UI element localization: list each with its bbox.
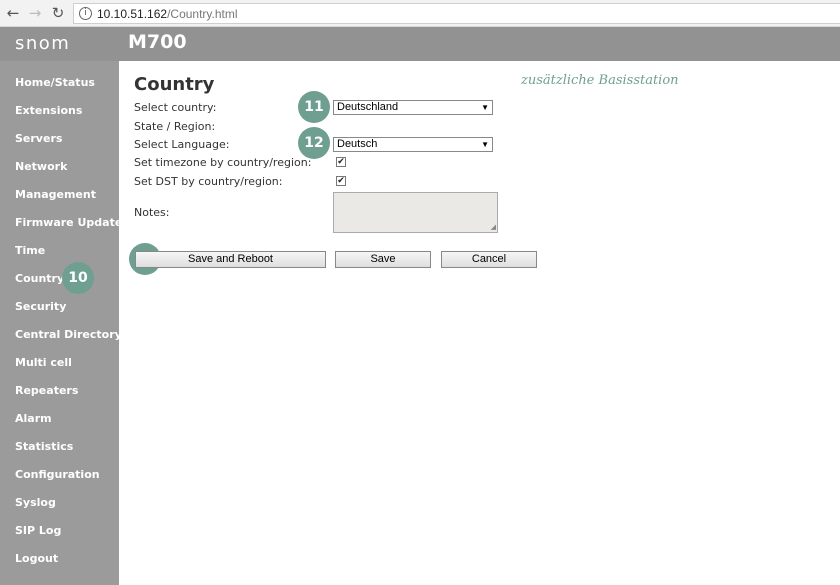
- resize-grip-icon[interactable]: ◢: [491, 224, 496, 231]
- sidebar-item-time[interactable]: Time: [15, 244, 45, 257]
- info-icon[interactable]: i: [79, 7, 92, 20]
- sidebar-item-home-status[interactable]: Home/Status: [15, 76, 95, 89]
- sidebar-item-security[interactable]: Security: [15, 300, 66, 313]
- sidebar-item-repeaters[interactable]: Repeaters: [15, 384, 78, 397]
- dropdown-arrow-icon: ▼: [481, 103, 489, 112]
- sidebar-item-extensions[interactable]: Extensions: [15, 104, 82, 117]
- select-language-label: Select Language:: [134, 138, 230, 151]
- sidebar-item-firmware-update[interactable]: Firmware Update: [15, 216, 122, 229]
- browser-toolbar: ← → ↻ i 10.10.51.162/Country.html: [0, 0, 840, 27]
- state-region-label: State / Region:: [134, 120, 216, 133]
- app-header: snom M700: [0, 27, 840, 61]
- notes-label: Notes:: [134, 206, 170, 219]
- sidebar-item-sip-log[interactable]: SIP Log: [15, 524, 61, 537]
- sidebar-item-syslog[interactable]: Syslog: [15, 496, 56, 509]
- sidebar-item-multi-cell[interactable]: Multi cell: [15, 356, 72, 369]
- dst-label: Set DST by country/region:: [134, 175, 283, 188]
- notes-textarea[interactable]: ◢: [333, 192, 498, 233]
- forward-arrow-icon[interactable]: →: [26, 4, 44, 22]
- dropdown-arrow-icon: ▼: [481, 140, 489, 149]
- language-select-value: Deutsch: [337, 138, 378, 150]
- page-title: Country: [134, 74, 215, 95]
- url-text: 10.10.51.162/Country.html: [97, 7, 238, 21]
- address-bar[interactable]: i 10.10.51.162/Country.html: [73, 3, 840, 24]
- sidebar-item-country[interactable]: Country: [15, 272, 64, 285]
- callout-badge-12: 12: [298, 127, 330, 159]
- sidebar-item-servers[interactable]: Servers: [15, 132, 62, 145]
- model-name: M700: [128, 31, 187, 53]
- url-path: /Country.html: [167, 7, 238, 21]
- reload-icon[interactable]: ↻: [49, 4, 67, 22]
- sidebar-item-alarm[interactable]: Alarm: [15, 412, 52, 425]
- sidebar-item-configuration[interactable]: Configuration: [15, 468, 100, 481]
- snom-logo: snom: [15, 33, 71, 54]
- dst-checkbox[interactable]: ✔: [336, 176, 346, 186]
- timezone-label: Set timezone by country/region:: [134, 156, 312, 169]
- country-select[interactable]: Deutschland ▼: [333, 100, 493, 115]
- sidebar-item-management[interactable]: Management: [15, 188, 96, 201]
- sidebar-item-logout[interactable]: Logout: [15, 552, 58, 565]
- language-select[interactable]: Deutsch ▼: [333, 137, 493, 152]
- back-arrow-icon[interactable]: ←: [4, 4, 22, 22]
- callout-badge-11: 11: [298, 91, 330, 123]
- save-and-reboot-button[interactable]: Save and Reboot: [135, 251, 326, 268]
- sidebar-item-statistics[interactable]: Statistics: [15, 440, 73, 453]
- country-select-value: Deutschland: [337, 101, 399, 113]
- base-station-subtitle: zusätzliche Basisstation: [521, 73, 679, 88]
- select-country-label: Select country:: [134, 101, 217, 114]
- timezone-checkbox[interactable]: ✔: [336, 157, 346, 167]
- callout-badge-10: 10: [62, 262, 94, 294]
- url-host: 10.10.51.162: [97, 7, 168, 21]
- sidebar-item-central-directory[interactable]: Central Directory: [15, 328, 122, 341]
- cancel-button[interactable]: Cancel: [441, 251, 537, 268]
- sidebar-item-network[interactable]: Network: [15, 160, 67, 173]
- save-button[interactable]: Save: [335, 251, 431, 268]
